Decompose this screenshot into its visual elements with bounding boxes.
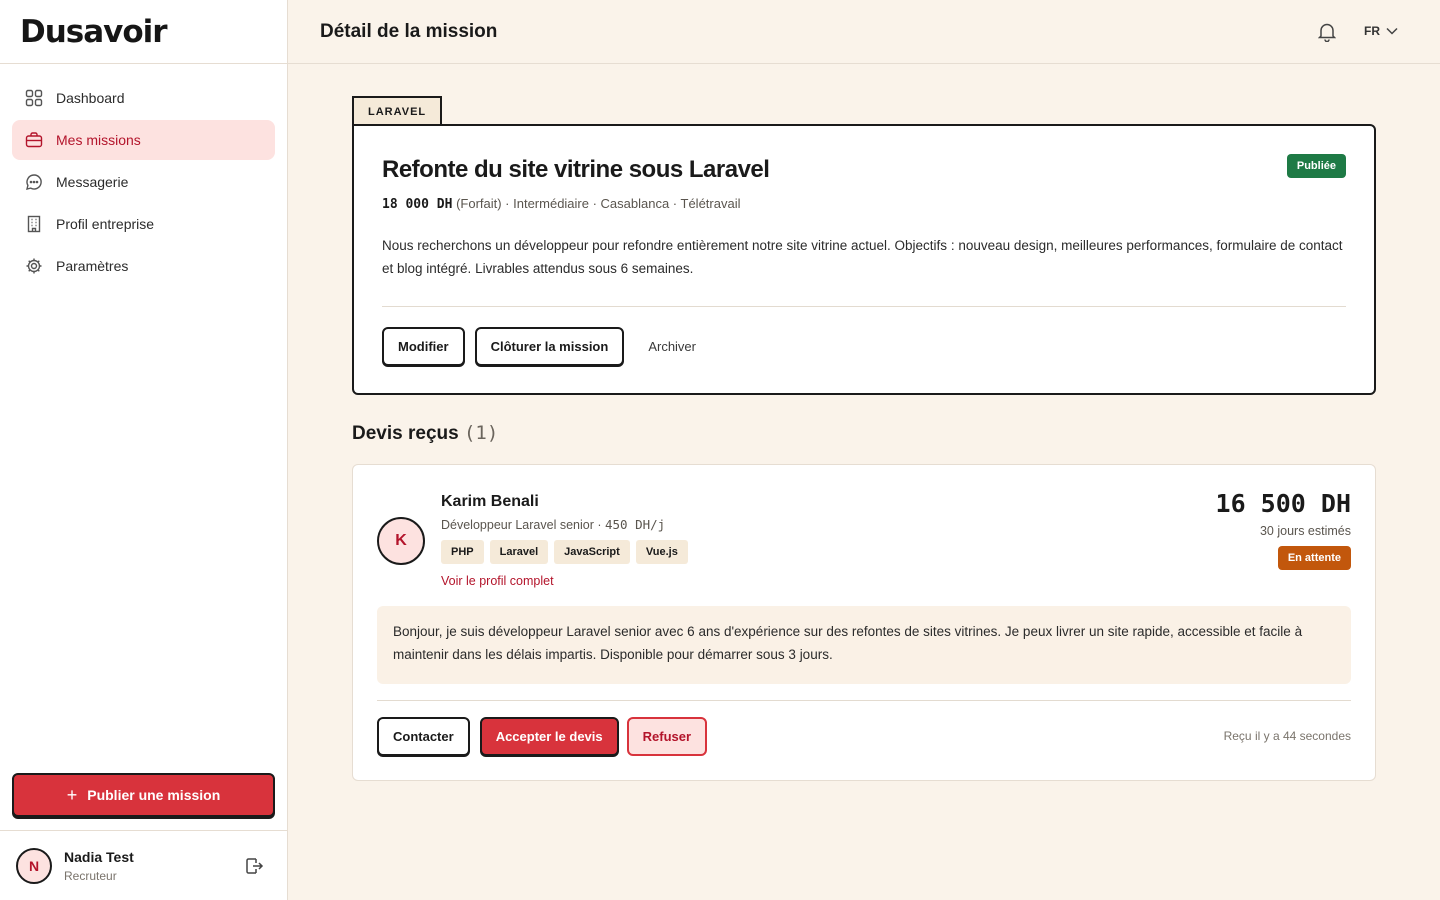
quote-card: K Karim Benali Développeur Laravel senio…: [352, 464, 1376, 781]
user-role: Recruteur: [64, 868, 117, 883]
mission-meta: 18 000 DH (Forfait) · Intermédiaire · Ca…: [382, 196, 1346, 212]
sidebar: Dusavoir Dashboard Mes missions Messager…: [0, 0, 288, 900]
status-badge: En attente: [1277, 546, 1351, 570]
building-icon: [24, 214, 44, 234]
sidebar-item-mes-missions[interactable]: Mes missions: [12, 120, 275, 160]
received-timestamp: Reçu il y a 44 secondes: [1223, 729, 1351, 743]
language-label: FR: [1364, 24, 1380, 38]
freelancer-rate: 450 DH/j: [604, 517, 666, 532]
divider: [382, 306, 1346, 307]
quotes-section-title: Devis reçus (1): [352, 422, 498, 445]
skill-tag: Vue.js: [635, 540, 688, 564]
bell-icon[interactable]: [1317, 22, 1337, 47]
user-info: Nadia Test Recruteur: [64, 849, 134, 883]
freelancer-info: Karim Benali Développeur Laravel senior …: [441, 493, 694, 588]
sidebar-item-parametres[interactable]: Paramètres: [12, 246, 275, 286]
quote-price-block: 16 500 DH 30 jours estimés En attente: [1216, 489, 1351, 570]
logout-icon[interactable]: [244, 856, 264, 881]
app-logo[interactable]: Dusavoir: [20, 14, 168, 50]
close-mission-button[interactable]: Clôturer la mission: [474, 327, 625, 366]
top-header: Détail de la mission FR: [288, 0, 1440, 64]
user-area: N Nadia Test Recruteur: [0, 830, 288, 900]
status-badge: Publiée: [1286, 154, 1346, 178]
logo-area: Dusavoir: [0, 0, 287, 64]
freelancer-name: Karim Benali: [441, 493, 539, 510]
chevron-down-icon: [1386, 24, 1398, 38]
plus-icon: +: [66, 784, 78, 805]
sidebar-item-messagerie[interactable]: Messagerie: [12, 162, 275, 202]
sidebar-item-label: Profil entreprise: [56, 216, 155, 232]
sidebar-item-dashboard[interactable]: Dashboard: [12, 78, 275, 118]
dashboard-grid-icon: [24, 88, 44, 108]
page-title: Détail de la mission: [320, 20, 498, 42]
accept-quote-button[interactable]: Accepter le devis: [479, 717, 619, 756]
language-selector[interactable]: FR: [1364, 24, 1398, 38]
quote-message: Bonjour, je suis développeur Laravel sen…: [377, 606, 1351, 684]
quotes-count: (1): [463, 422, 499, 444]
chat-bubble-icon: [24, 172, 44, 192]
mission-description: Nous recherchons un développeur pour ref…: [382, 238, 1343, 276]
briefcase-icon: [24, 130, 44, 150]
sidebar-nav: Dashboard Mes missions Messagerie Profil…: [0, 64, 287, 302]
publish-mission-button[interactable]: + Publier une mission: [12, 773, 275, 817]
skill-tag: JavaScript: [554, 540, 630, 564]
sidebar-item-label: Paramètres: [56, 258, 129, 274]
sidebar-item-label: Mes missions: [56, 132, 141, 148]
mission-category-tag: LARAVEL: [352, 96, 443, 126]
mission-title: Refonte du site vitrine sous Laravel: [382, 156, 770, 183]
publish-mission-label: Publier une mission: [87, 787, 221, 803]
refuse-quote-button[interactable]: Refuser: [626, 717, 708, 756]
view-profile-link[interactable]: Voir le profil complet: [441, 574, 694, 588]
mission-price: 18 000 DH: [382, 197, 453, 212]
sidebar-item-label: Messagerie: [56, 174, 129, 190]
skill-tag: Laravel: [489, 540, 549, 564]
quotes-title: Devis reçus: [352, 423, 459, 444]
sidebar-item-label: Dashboard: [56, 90, 125, 106]
skill-tag: PHP: [441, 540, 484, 564]
mission-actions: Modifier Clôturer la mission Archiver: [382, 327, 1346, 366]
avatar[interactable]: N: [16, 847, 52, 884]
quote-duration: 30 jours estimés: [1259, 524, 1351, 538]
mission-card: Refonte du site vitrine sous Laravel Pub…: [352, 124, 1376, 395]
archive-mission-link[interactable]: Archiver: [648, 339, 696, 354]
gear-icon: [24, 256, 44, 276]
freelancer-avatar[interactable]: K: [377, 517, 425, 565]
mission-meta-details: (Forfait) · Intermédiaire · Casablanca ·…: [452, 196, 741, 211]
freelancer-title: Développeur Laravel senior ·: [441, 518, 605, 532]
contact-button[interactable]: Contacter: [377, 717, 470, 756]
user-name: Nadia Test: [64, 848, 134, 865]
divider: [377, 700, 1351, 701]
skill-tags: PHP Laravel JavaScript Vue.js: [441, 540, 694, 564]
edit-mission-button[interactable]: Modifier: [382, 327, 465, 366]
quote-amount: 16 500 DH: [1215, 489, 1351, 518]
sidebar-item-profil-entreprise[interactable]: Profil entreprise: [12, 204, 275, 244]
quote-actions: Contacter Accepter le devis Refuser: [377, 717, 708, 756]
freelancer-subtitle: Développeur Laravel senior · 450 DH/j: [441, 517, 694, 532]
